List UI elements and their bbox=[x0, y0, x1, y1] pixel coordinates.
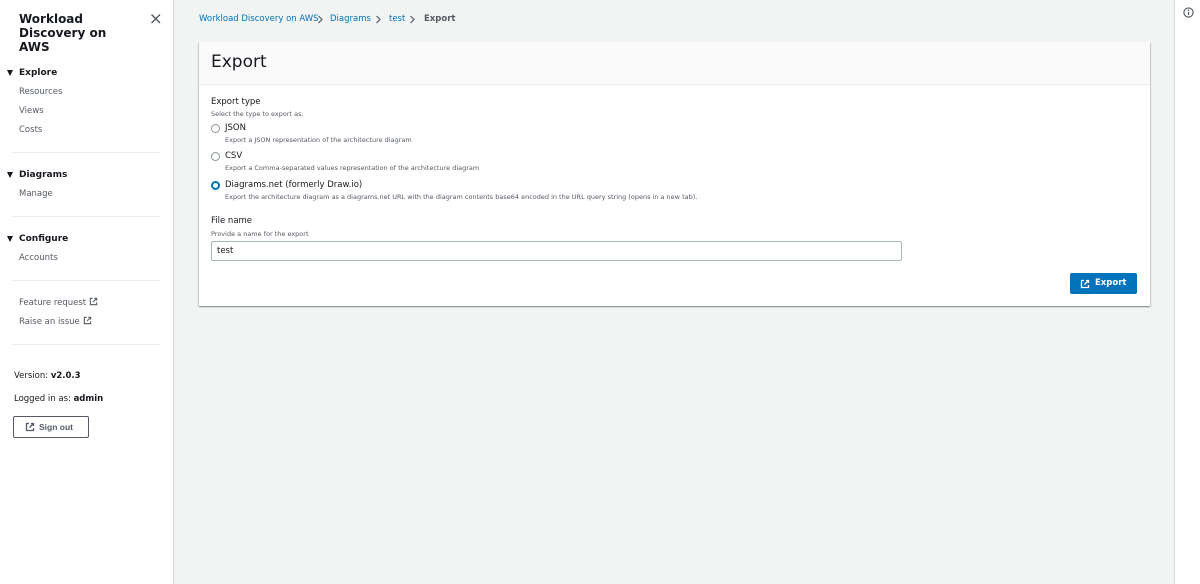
external-link-icon bbox=[25, 422, 35, 432]
sidebar-item-views[interactable]: Views bbox=[19, 106, 44, 116]
external-link-icon bbox=[83, 316, 91, 325]
caret-down-icon bbox=[7, 70, 13, 76]
link-label: Feature request bbox=[19, 298, 87, 308]
side-navigation: Workload Discovery on AWS Explore Resour… bbox=[0, 0, 174, 584]
sidebar-item-accounts[interactable]: Accounts bbox=[19, 253, 58, 263]
nav-section-configure-toggle[interactable]: Configure bbox=[0, 233, 174, 249]
caret-down-icon bbox=[7, 172, 13, 178]
radio-csv-label[interactable]: CSV bbox=[225, 151, 242, 161]
export-button-label: Export bbox=[1095, 278, 1127, 288]
close-icon[interactable] bbox=[149, 12, 163, 26]
divider bbox=[12, 280, 160, 281]
radio-csv-description: Export a Comma-separated values represen… bbox=[225, 164, 480, 172]
export-container: Export Export type Select the type to ex… bbox=[199, 42, 1150, 306]
page-title: Export bbox=[211, 52, 267, 72]
info-icon[interactable] bbox=[1183, 7, 1194, 18]
divider bbox=[12, 216, 160, 217]
logged-in-label: Logged in as: bbox=[14, 394, 71, 404]
tools-rail bbox=[1174, 0, 1200, 584]
sign-out-button[interactable]: Sign out bbox=[13, 416, 89, 438]
sidebar-item-costs[interactable]: Costs bbox=[19, 125, 42, 135]
breadcrumb-home[interactable]: Workload Discovery on AWS bbox=[199, 14, 319, 24]
version-info: Version: v2.0.3 bbox=[14, 371, 81, 381]
breadcrumb-diagrams[interactable]: Diagrams bbox=[330, 14, 371, 24]
chevron-right-icon bbox=[318, 15, 323, 24]
file-name-label: File name bbox=[211, 216, 253, 226]
external-link-icon bbox=[89, 297, 98, 306]
version-value: v2.0.3 bbox=[50, 371, 81, 381]
app-title[interactable]: Workload Discovery on AWS bbox=[19, 12, 139, 54]
nav-section-configure: Configure bbox=[0, 233, 174, 249]
breadcrumb-test[interactable]: test bbox=[389, 14, 405, 24]
radio-drawio[interactable] bbox=[211, 181, 220, 190]
caret-down-icon bbox=[7, 236, 13, 242]
file-name-description: Provide a name for the export bbox=[211, 230, 309, 238]
sign-out-label: Sign out bbox=[39, 422, 73, 432]
nav-section-label: Diagrams bbox=[19, 170, 68, 180]
logged-in-info: Logged in as: admin bbox=[14, 394, 103, 404]
radio-json[interactable] bbox=[211, 124, 220, 133]
nav-section-explore: Explore bbox=[0, 67, 174, 83]
sidebar-item-resources[interactable]: Resources bbox=[19, 87, 62, 97]
sidebar-item-manage[interactable]: Manage bbox=[19, 189, 53, 199]
divider bbox=[12, 152, 160, 153]
nav-section-label: Explore bbox=[19, 68, 58, 78]
nav-section-label: Configure bbox=[19, 234, 69, 244]
radio-json-description: Export a JSON representation of the arch… bbox=[225, 136, 412, 144]
export-type-label: Export type bbox=[211, 97, 261, 107]
divider bbox=[12, 344, 160, 345]
radio-drawio-label[interactable]: Diagrams.net (formerly Draw.io) bbox=[225, 180, 362, 190]
version-label: Version: bbox=[14, 371, 49, 381]
chevron-right-icon bbox=[376, 15, 381, 24]
external-link-icon bbox=[1080, 279, 1090, 289]
export-button[interactable]: Export bbox=[1070, 273, 1137, 294]
nav-section-explore-toggle[interactable]: Explore bbox=[0, 67, 174, 83]
breadcrumb-current: Export bbox=[424, 14, 456, 24]
raise-issue-link[interactable]: Raise an issue bbox=[19, 316, 92, 327]
chevron-right-icon bbox=[410, 15, 415, 24]
nav-section-diagrams: Diagrams bbox=[0, 169, 174, 185]
radio-csv[interactable] bbox=[211, 152, 220, 161]
nav-section-diagrams-toggle[interactable]: Diagrams bbox=[0, 169, 174, 185]
radio-drawio-description: Export the architecture diagram as a dia… bbox=[225, 193, 698, 201]
export-type-description: Select the type to export as. bbox=[211, 110, 304, 118]
radio-json-label[interactable]: JSON bbox=[225, 123, 246, 133]
file-name-input[interactable] bbox=[211, 241, 902, 261]
logged-in-user: admin bbox=[73, 394, 104, 404]
container-header: Export bbox=[199, 42, 1150, 85]
link-label: Raise an issue bbox=[19, 317, 80, 327]
feature-request-link[interactable]: Feature request bbox=[19, 297, 98, 308]
